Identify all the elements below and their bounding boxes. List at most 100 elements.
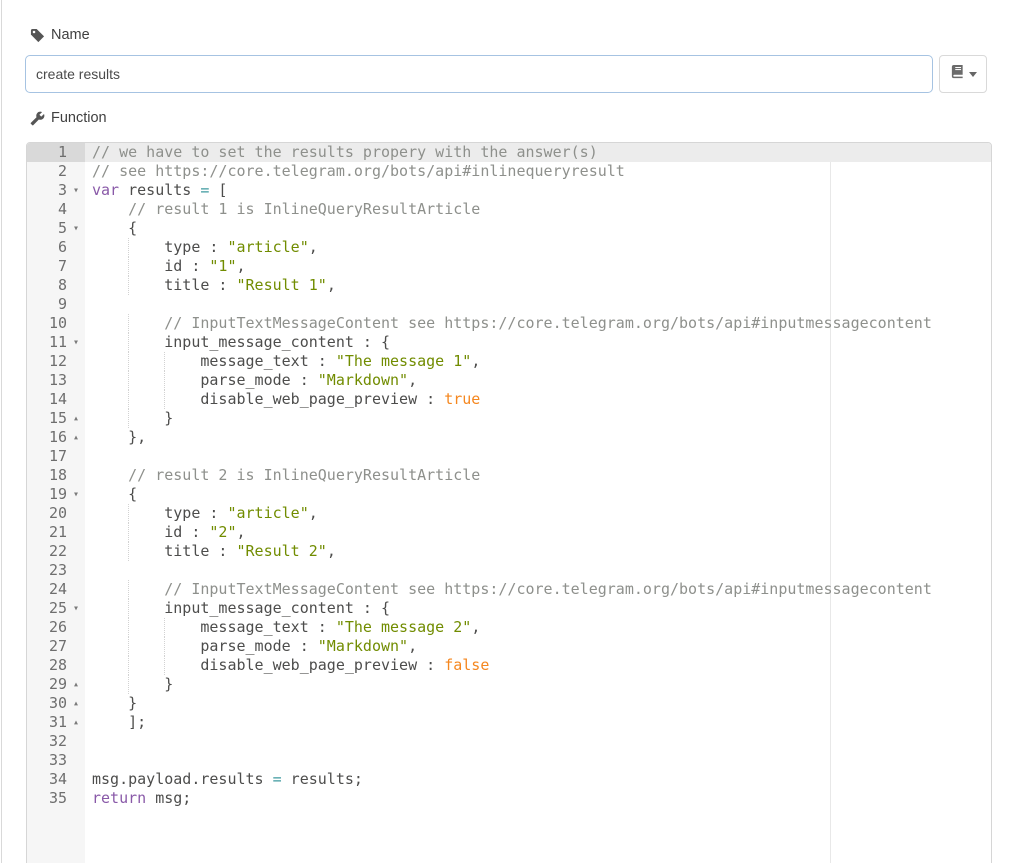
code-token: , — [309, 238, 318, 256]
code-token: type : — [92, 238, 227, 256]
code-line[interactable]: ]; — [85, 713, 991, 732]
indent-guide — [128, 238, 129, 257]
fold-up-icon[interactable]: ▴ — [67, 675, 85, 694]
code-line[interactable]: input_message_content : { — [85, 333, 991, 352]
indent-guide — [128, 257, 129, 276]
code-lines[interactable]: // we have to set the results propery wi… — [85, 143, 991, 863]
code-line[interactable]: message_text : "The message 2", — [85, 618, 991, 637]
code-token: // see https://core.telegram.org/bots/ap… — [92, 162, 625, 180]
line-number: 16 — [27, 428, 67, 447]
code-line[interactable]: disable_web_page_preview : true — [85, 390, 991, 409]
name-input[interactable] — [25, 55, 933, 93]
fold-up-icon[interactable]: ▴ — [67, 409, 85, 428]
code-line[interactable] — [85, 732, 991, 751]
fold-up-icon[interactable]: ▴ — [67, 428, 85, 447]
code-line[interactable] — [85, 561, 991, 580]
indent-guide — [128, 371, 129, 390]
code-line[interactable]: var results = [ — [85, 181, 991, 200]
fold-spacer — [67, 789, 85, 808]
fold-spacer — [67, 257, 85, 276]
indent-guide — [128, 637, 129, 656]
code-line[interactable]: }, — [85, 428, 991, 447]
line-number: 19 — [27, 485, 67, 504]
line-number: 35 — [27, 789, 67, 808]
fold-up-icon[interactable]: ▴ — [67, 713, 85, 732]
indent-guide — [164, 390, 165, 409]
gutter-cell: 8 — [27, 276, 85, 295]
code-token: results — [119, 181, 200, 199]
code-line[interactable]: // InputTextMessageContent see https://c… — [85, 580, 991, 599]
gutter-cell: 26 — [27, 618, 85, 637]
code-line[interactable]: parse_mode : "Markdown", — [85, 637, 991, 656]
code-line[interactable] — [85, 751, 991, 770]
fold-up-icon[interactable]: ▴ — [67, 694, 85, 713]
code-line[interactable]: { — [85, 485, 991, 504]
fold-spacer — [67, 637, 85, 656]
library-button[interactable] — [939, 55, 987, 93]
code-line[interactable]: type : "article", — [85, 238, 991, 257]
line-number: 13 — [27, 371, 67, 390]
caret-down-icon — [969, 72, 977, 81]
fold-spacer — [67, 466, 85, 485]
code-line[interactable]: // result 1 is InlineQueryResultArticle — [85, 200, 991, 219]
line-number: 29 — [27, 675, 67, 694]
code-line[interactable]: // see https://core.telegram.org/bots/ap… — [85, 162, 991, 181]
code-line[interactable]: id : "1", — [85, 257, 991, 276]
code-line[interactable]: msg.payload.results = results; — [85, 770, 991, 789]
fold-down-icon[interactable]: ▾ — [67, 333, 85, 352]
code-line[interactable]: title : "Result 2", — [85, 542, 991, 561]
line-number: 6 — [27, 238, 67, 257]
code-token: parse_mode : — [92, 637, 318, 655]
fold-spacer — [67, 523, 85, 542]
code-line[interactable]: message_text : "The message 1", — [85, 352, 991, 371]
line-number: 28 — [27, 656, 67, 675]
code-line[interactable]: } — [85, 409, 991, 428]
code-token: // result 1 is InlineQueryResultArticle — [128, 200, 480, 218]
indent-guide — [164, 352, 165, 371]
gutter-cell: 11▾ — [27, 333, 85, 352]
dialog-left-border — [1, 0, 2, 863]
fold-spacer — [67, 295, 85, 314]
code-line[interactable]: // InputTextMessageContent see https://c… — [85, 314, 991, 333]
fold-down-icon[interactable]: ▾ — [67, 599, 85, 618]
code-line[interactable]: id : "2", — [85, 523, 991, 542]
name-label: Name — [30, 26, 90, 44]
code-line[interactable]: return msg; — [85, 789, 991, 808]
indent-guide — [128, 276, 129, 295]
line-number: 18 — [27, 466, 67, 485]
fold-down-icon[interactable]: ▾ — [67, 485, 85, 504]
gutter-cell: 14 — [27, 390, 85, 409]
code-token: "The message 2" — [336, 618, 471, 636]
code-token: , — [309, 504, 318, 522]
line-number: 12 — [27, 352, 67, 371]
line-number: 11 — [27, 333, 67, 352]
code-line[interactable] — [85, 295, 991, 314]
fold-down-icon[interactable]: ▾ — [67, 219, 85, 238]
function-code-editor[interactable]: 123▾45▾67891011▾12131415▴16▴171819▾20212… — [26, 142, 992, 863]
code-token: { — [92, 485, 137, 503]
code-token: , — [408, 371, 417, 389]
code-line[interactable]: } — [85, 675, 991, 694]
code-line[interactable]: } — [85, 694, 991, 713]
code-token: false — [444, 656, 489, 674]
code-token: , — [471, 352, 480, 370]
code-line[interactable]: type : "article", — [85, 504, 991, 523]
code-token: , — [471, 618, 480, 636]
code-line[interactable]: input_message_content : { — [85, 599, 991, 618]
book-icon — [950, 64, 965, 84]
fold-down-icon[interactable]: ▾ — [67, 181, 85, 200]
code-token: results; — [282, 770, 363, 788]
code-token: parse_mode : — [92, 371, 318, 389]
code-line[interactable]: // result 2 is InlineQueryResultArticle — [85, 466, 991, 485]
code-line[interactable]: // we have to set the results propery wi… — [85, 143, 991, 162]
code-line[interactable]: title : "Result 1", — [85, 276, 991, 295]
code-line[interactable] — [85, 447, 991, 466]
gutter-cell: 32 — [27, 732, 85, 751]
function-label-text: Function — [51, 110, 107, 126]
code-line[interactable]: { — [85, 219, 991, 238]
code-token: , — [327, 276, 336, 294]
line-number: 30 — [27, 694, 67, 713]
code-line[interactable]: parse_mode : "Markdown", — [85, 371, 991, 390]
gutter-cell: 25▾ — [27, 599, 85, 618]
code-line[interactable]: disable_web_page_preview : false — [85, 656, 991, 675]
